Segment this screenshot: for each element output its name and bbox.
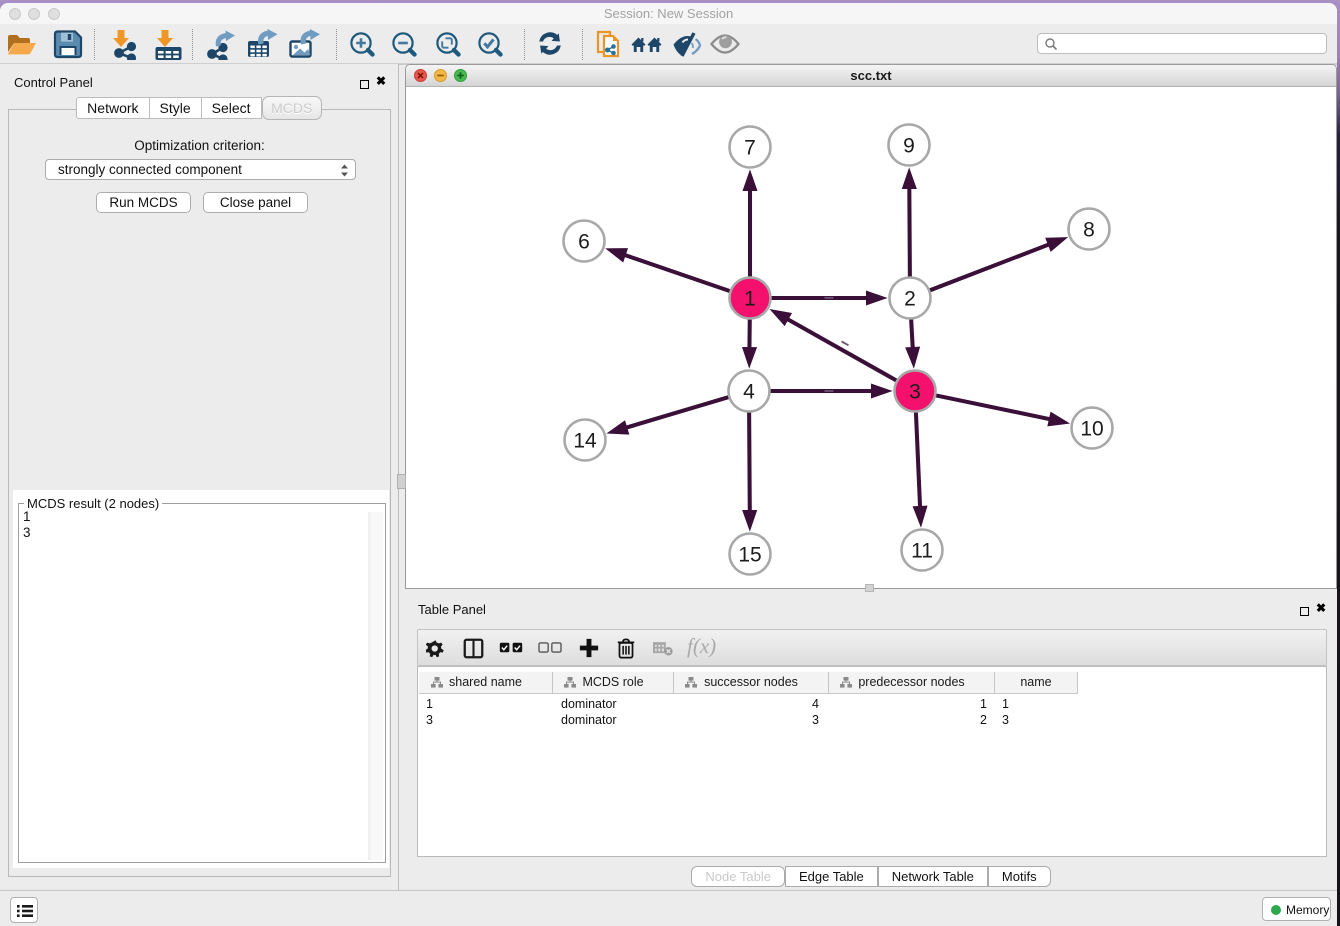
svg-text:9: 9 (903, 135, 915, 158)
svg-text:1: 1 (744, 288, 756, 311)
svg-text:3: 3 (909, 381, 921, 404)
svg-text:14: 14 (573, 430, 597, 453)
svg-text:6: 6 (578, 231, 590, 254)
svg-text:2: 2 (904, 288, 916, 311)
svg-text:15: 15 (738, 544, 761, 567)
svg-text:4: 4 (743, 381, 755, 404)
svg-text:11: 11 (911, 540, 933, 563)
svg-text:10: 10 (1080, 418, 1103, 441)
svg-text:8: 8 (1083, 219, 1095, 242)
svg-text:7: 7 (744, 137, 756, 160)
